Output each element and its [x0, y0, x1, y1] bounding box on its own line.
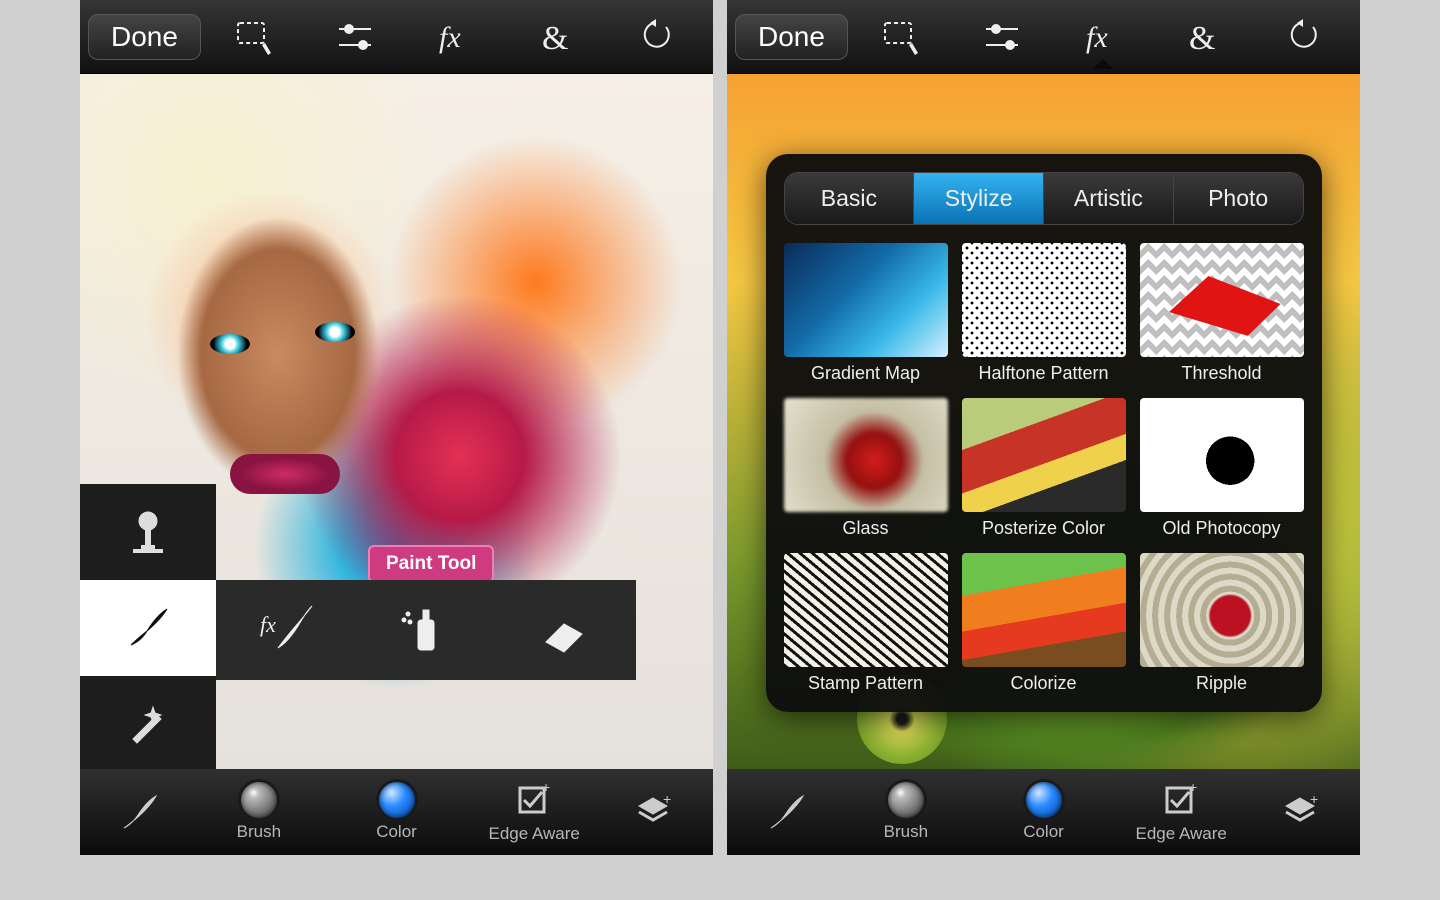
fx-old-photocopy[interactable]: Old Photocopy [1140, 398, 1304, 539]
fx-thumb [1140, 553, 1304, 667]
color-swatch-icon [1026, 782, 1062, 818]
canvas-area[interactable]: Paint Tool fx [80, 74, 713, 769]
fx-brush[interactable]: fx [216, 580, 356, 680]
edge-aware-label: Edge Aware [1135, 824, 1226, 844]
adjust-sliders-icon[interactable] [308, 15, 403, 59]
selection-tool-icon[interactable] [207, 15, 302, 59]
selection-tool-icon[interactable] [854, 15, 949, 59]
fx-thumb [1140, 398, 1304, 512]
svg-text:+: + [542, 780, 550, 795]
fx-thumb [784, 553, 948, 667]
fx-stamp-pattern[interactable]: Stamp Pattern [784, 553, 948, 694]
color-label: Color [376, 822, 417, 842]
adjust-sliders-icon[interactable] [955, 15, 1050, 59]
fx-caption: Stamp Pattern [784, 673, 948, 694]
tab-artistic[interactable]: Artistic [1044, 173, 1174, 224]
ampersand-icon[interactable]: & [509, 15, 604, 59]
color-picker[interactable]: Color [975, 782, 1113, 842]
undo-icon[interactable] [610, 15, 705, 59]
undo-icon[interactable] [1257, 15, 1352, 59]
svg-text:fx: fx [439, 21, 461, 54]
fx-posterize-color[interactable]: Posterize Color [962, 398, 1126, 539]
fx-popup: Basic Stylize Artistic Photo Gradient Ma… [766, 154, 1322, 712]
top-toolbar: Done fx & [727, 0, 1360, 74]
brush-picker[interactable]: Brush [837, 782, 975, 842]
fx-icon[interactable]: fx [1056, 15, 1151, 59]
fx-caption: Gradient Map [784, 363, 948, 384]
svg-text:&: & [542, 20, 568, 57]
edge-aware-toggle[interactable]: + Edge Aware [465, 780, 603, 844]
brush-subpalette: fx [216, 580, 636, 680]
spray-brush[interactable] [356, 580, 496, 680]
fx-thumb [962, 553, 1126, 667]
svg-text:fx: fx [1086, 21, 1108, 54]
fx-icon[interactable]: fx [409, 15, 504, 59]
brush-swatch-icon [888, 782, 924, 818]
edge-aware-toggle[interactable]: + Edge Aware [1112, 780, 1250, 844]
fx-grid: Gradient Map Halftone Pattern Threshold Gla… [784, 243, 1304, 694]
fx-thumb [784, 398, 948, 512]
svg-text:fx: fx [260, 612, 276, 637]
done-button[interactable]: Done [88, 14, 201, 60]
fx-colorize[interactable]: Colorize [962, 553, 1126, 694]
svg-text:&: & [1189, 20, 1215, 57]
svg-text:+: + [1310, 792, 1318, 807]
magic-wand-tool[interactable] [80, 676, 216, 769]
right-screen: Done fx & Basic Stylize Artistic Photo G… [727, 0, 1360, 855]
layers-button[interactable]: + [603, 792, 703, 832]
edge-aware-label: Edge Aware [488, 824, 579, 844]
canvas-area[interactable]: Basic Stylize Artistic Photo Gradient Ma… [727, 74, 1360, 769]
left-screen: Done fx & Paint Tool [80, 0, 713, 855]
brush-swatch-icon [241, 782, 277, 818]
fx-gradient-map[interactable]: Gradient Map [784, 243, 948, 384]
paint-tool-button[interactable] [90, 792, 190, 832]
color-label: Color [1023, 822, 1064, 842]
fx-caption: Posterize Color [962, 518, 1126, 539]
fx-caption: Threshold [1140, 363, 1304, 384]
color-picker[interactable]: Color [328, 782, 466, 842]
layers-button[interactable]: + [1250, 792, 1350, 832]
fx-threshold[interactable]: Threshold [1140, 243, 1304, 384]
top-toolbar: Done fx & [80, 0, 713, 74]
svg-text:+: + [663, 792, 671, 807]
paint-tool-tooltip: Paint Tool [368, 545, 494, 583]
fx-thumb [784, 243, 948, 357]
ampersand-icon[interactable]: & [1156, 15, 1251, 59]
brush-picker[interactable]: Brush [190, 782, 328, 842]
fx-caption: Glass [784, 518, 948, 539]
fx-ripple[interactable]: Ripple [1140, 553, 1304, 694]
fx-caption: Old Photocopy [1140, 518, 1304, 539]
tab-stylize[interactable]: Stylize [914, 173, 1044, 224]
brush-label: Brush [884, 822, 928, 842]
brush-tool[interactable] [80, 580, 216, 676]
paint-tool-button[interactable] [737, 792, 837, 832]
stamp-tool[interactable] [80, 484, 216, 580]
done-button[interactable]: Done [735, 14, 848, 60]
fx-halftone-pattern[interactable]: Halftone Pattern [962, 243, 1126, 384]
eraser-tool[interactable] [496, 580, 636, 680]
fx-thumb [1140, 243, 1304, 357]
tab-basic[interactable]: Basic [785, 173, 915, 224]
svg-text:+: + [1189, 780, 1197, 795]
fx-caption: Ripple [1140, 673, 1304, 694]
fx-glass[interactable]: Glass [784, 398, 948, 539]
bottom-toolbar: Brush Color + Edge Aware + [727, 769, 1360, 855]
fx-thumb [962, 398, 1126, 512]
fx-caption: Halftone Pattern [962, 363, 1126, 384]
bottom-toolbar: Brush Color + Edge Aware + [80, 769, 713, 855]
fx-caption: Colorize [962, 673, 1126, 694]
tab-photo[interactable]: Photo [1174, 173, 1303, 224]
color-swatch-icon [379, 782, 415, 818]
brush-label: Brush [237, 822, 281, 842]
fx-category-segmented: Basic Stylize Artistic Photo [784, 172, 1304, 225]
tool-rail [80, 484, 216, 769]
fx-thumb [962, 243, 1126, 357]
